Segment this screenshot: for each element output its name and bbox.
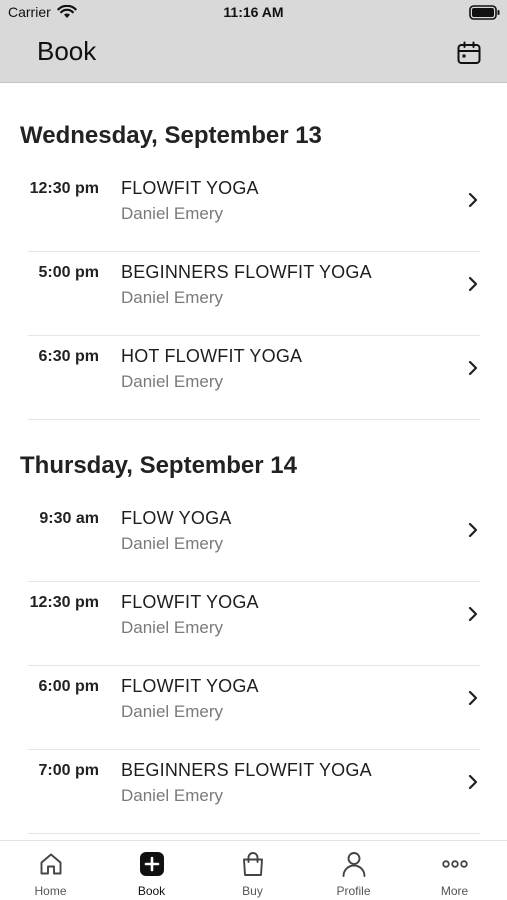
- chevron-right-icon: [468, 606, 478, 622]
- tab-bar: Home Book Buy Profile More: [0, 840, 507, 900]
- chevron-right-icon: [468, 522, 478, 538]
- nav-bar: Book: [0, 26, 507, 83]
- status-right: [469, 5, 501, 25]
- class-row[interactable]: 7:00 pm BEGINNERS FLOWFIT YOGA Daniel Em…: [0, 750, 507, 834]
- divider: [28, 833, 480, 834]
- class-schedule-list[interactable]: Wednesday, September 13 12:30 pm FLOWFIT…: [0, 84, 507, 840]
- class-row[interactable]: 6:00 pm FLOWFIT YOGA Daniel Emery: [0, 666, 507, 750]
- tab-more[interactable]: More: [404, 841, 505, 900]
- class-name: HOT FLOWFIT YOGA: [121, 346, 303, 366]
- tab-buy[interactable]: Buy: [202, 841, 303, 900]
- class-row[interactable]: 9:30 am FLOW YOGA Daniel Emery: [0, 498, 507, 582]
- calendar-icon[interactable]: [456, 40, 482, 66]
- divider: [28, 419, 480, 420]
- battery-icon: [469, 5, 500, 20]
- class-instructor: Daniel Emery: [121, 288, 224, 307]
- chevron-right-icon: [468, 192, 478, 208]
- class-time: 12:30 pm: [29, 594, 99, 611]
- home-icon: [40, 853, 61, 875]
- class-instructor: Daniel Emery: [121, 534, 224, 553]
- tab-label: Book: [137, 884, 166, 898]
- tab-label: Buy: [242, 884, 263, 898]
- person-icon: [342, 852, 365, 877]
- chevron-right-icon: [468, 360, 478, 376]
- class-row[interactable]: 5:00 pm BEGINNERS FLOWFIT YOGA Daniel Em…: [0, 252, 507, 336]
- class-row[interactable]: 12:30 pm FLOWFIT YOGA Daniel Emery: [0, 582, 507, 666]
- class-instructor: Daniel Emery: [121, 786, 224, 805]
- more-dots-icon: [441, 860, 468, 868]
- tab-book[interactable]: Book: [101, 841, 202, 900]
- tab-label: Profile: [336, 884, 371, 898]
- class-time: 12:30 pm: [29, 180, 99, 197]
- class-instructor: Daniel Emery: [121, 618, 224, 637]
- chevron-right-icon: [468, 690, 478, 706]
- class-name: FLOWFIT YOGA: [121, 178, 259, 198]
- class-instructor: Daniel Emery: [121, 372, 224, 391]
- class-time: 5:00 pm: [38, 264, 99, 281]
- class-time: 7:00 pm: [38, 762, 99, 779]
- page-title: Book: [37, 36, 97, 66]
- status-time: 11:16 AM: [223, 4, 284, 20]
- status-bar: Carrier 11:16 AM: [0, 0, 507, 26]
- class-time: 6:30 pm: [38, 348, 99, 365]
- class-instructor: Daniel Emery: [121, 702, 224, 721]
- class-row[interactable]: 12:30 pm FLOWFIT YOGA Daniel Emery: [0, 168, 507, 252]
- chevron-right-icon: [468, 774, 478, 790]
- class-name: FLOWFIT YOGA: [121, 676, 259, 696]
- tab-profile[interactable]: Profile: [303, 841, 404, 900]
- tab-label: More: [440, 884, 469, 898]
- shopping-bag-icon: [242, 852, 263, 876]
- class-time: 9:30 am: [39, 510, 99, 527]
- tab-home[interactable]: Home: [0, 841, 101, 900]
- class-name: BEGINNERS FLOWFIT YOGA: [121, 262, 372, 282]
- chevron-right-icon: [468, 276, 478, 292]
- class-name: FLOWFIT YOGA: [121, 592, 259, 612]
- tab-label: Home: [34, 884, 67, 898]
- day-header: Thursday, September 14: [20, 452, 297, 479]
- class-name: FLOW YOGA: [121, 508, 232, 528]
- class-row[interactable]: 6:30 pm HOT FLOWFIT YOGA Daniel Emery: [0, 336, 507, 420]
- plus-square-icon: [139, 852, 164, 876]
- class-name: BEGINNERS FLOWFIT YOGA: [121, 760, 372, 780]
- class-instructor: Daniel Emery: [121, 204, 224, 223]
- class-time: 6:00 pm: [38, 678, 99, 695]
- day-header: Wednesday, September 13: [20, 122, 322, 149]
